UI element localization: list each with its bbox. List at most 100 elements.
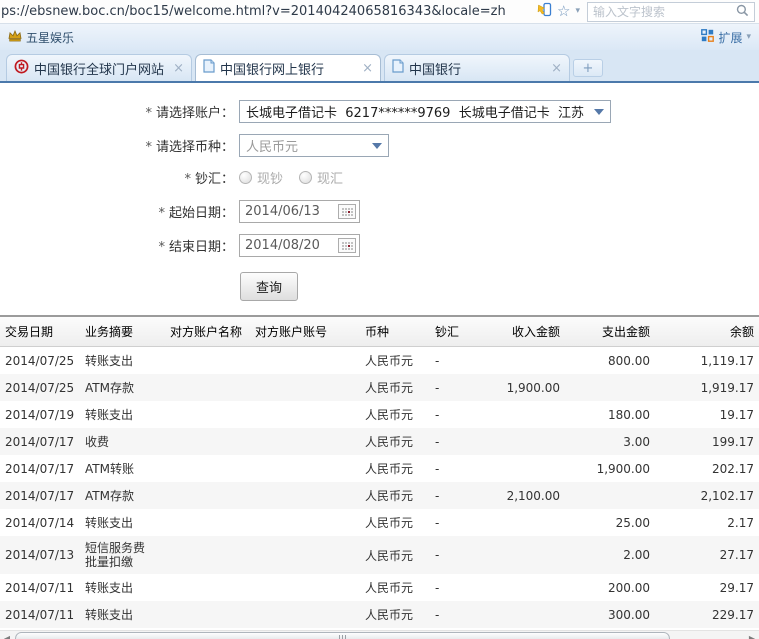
tab-boc[interactable]: 中国银行 × — [384, 54, 570, 81]
scroll-left-icon[interactable]: ◀ — [0, 631, 14, 639]
address-url[interactable]: ps://ebsnew.boc.cn/boc15/welcome.html?v=… — [0, 4, 530, 19]
transaction-cell: 1,119.17 — [655, 347, 759, 375]
remit-option-label: 现汇 — [317, 168, 343, 187]
bookmark-item[interactable]: 五星娱乐 — [8, 29, 74, 46]
bookmarks-bar: 五星娱乐 扩展 ▾ — [0, 24, 759, 50]
transaction-cell: - — [430, 601, 490, 628]
transaction-cell: - — [430, 482, 490, 509]
tab-close-icon[interactable]: × — [551, 62, 562, 75]
required-mark: * — [158, 206, 165, 221]
horizontal-scrollbar[interactable]: ◀ ▶ — [0, 630, 759, 639]
transaction-row: 2014/07/17收费人民币元-3.00199.17 — [0, 428, 759, 455]
transaction-cell: - — [430, 509, 490, 536]
end-date-input[interactable] — [245, 238, 325, 253]
transaction-row: 2014/07/17ATM转账人民币元-1,900.00202.17 — [0, 455, 759, 482]
transaction-cell — [165, 374, 250, 401]
transaction-cell: 2014/07/11 — [0, 601, 80, 628]
scrollbar-grip — [342, 635, 343, 639]
extensions-caret-icon: ▾ — [746, 33, 751, 42]
transaction-cell — [490, 347, 565, 375]
scroll-right-icon[interactable]: ▶ — [745, 631, 759, 639]
transaction-cell: 人民币元 — [360, 601, 430, 628]
query-button[interactable]: 查询 — [240, 272, 298, 301]
transaction-cell: 19.17 — [655, 401, 759, 428]
col-header-counterparty-name: 对方账户名称 — [165, 316, 250, 347]
calendar-icon[interactable] — [338, 204, 356, 219]
calendar-icon[interactable] — [338, 238, 356, 253]
tab-close-icon[interactable]: × — [362, 62, 373, 75]
transaction-cell — [165, 601, 250, 628]
chevron-down-icon — [372, 143, 382, 149]
remit-option[interactable]: 现汇 — [299, 168, 343, 187]
transaction-cell — [250, 401, 360, 428]
transaction-cell: 转账支出 — [80, 509, 165, 536]
transaction-cell: 27.17 — [655, 536, 759, 574]
radio-cash[interactable] — [239, 171, 252, 184]
transaction-cell — [490, 536, 565, 574]
tab-boc-portal[interactable]: 中国银行全球门户网站 × — [6, 54, 192, 81]
transaction-cell: 3.00 — [565, 428, 655, 455]
transaction-cell: 人民币元 — [360, 482, 430, 509]
col-header-summary: 业务摘要 — [80, 316, 165, 347]
col-header-income: 收入金额 — [490, 316, 565, 347]
radio-remit[interactable] — [299, 171, 312, 184]
transactions-header: 交易日期 业务摘要 对方账户名称 对方账户账号 币种 钞汇 收入金额 支出金额 … — [0, 316, 759, 347]
transaction-cell — [250, 536, 360, 574]
extensions-button[interactable]: 扩展 ▾ — [701, 29, 751, 46]
extensions-label: 扩展 — [718, 29, 742, 46]
currency-select[interactable]: 人民币元 — [239, 134, 389, 157]
scrollbar-grip — [339, 635, 340, 639]
tab-label: 中国银行 — [409, 59, 546, 78]
tab-boc-online-banking[interactable]: 中国银行网上银行 × — [195, 54, 381, 81]
required-mark: * — [158, 240, 165, 255]
transaction-cell — [250, 574, 360, 601]
search-icon[interactable] — [736, 2, 749, 21]
cash-remit-label: *钞汇： — [0, 168, 239, 187]
transaction-cell — [250, 509, 360, 536]
account-select-value: 长城电子借记卡 6217******9769 长城电子借记卡 江苏 — [246, 102, 588, 121]
transaction-cell: 2.17 — [655, 509, 759, 536]
transaction-cell — [490, 428, 565, 455]
transaction-row: 2014/07/25转账支出人民币元-800.001,119.17 — [0, 347, 759, 375]
transaction-cell — [165, 428, 250, 455]
cash-option[interactable]: 现钞 — [239, 168, 283, 187]
transaction-cell — [165, 482, 250, 509]
page-icon — [392, 59, 404, 77]
star-dropdown-icon[interactable]: ▾ — [575, 7, 580, 16]
transaction-cell: - — [430, 574, 490, 601]
send-to-phone-icon[interactable] — [537, 2, 552, 21]
currency-label: *请选择币种： — [0, 136, 239, 155]
bookmark-star-icon[interactable]: ☆ — [557, 4, 570, 19]
boc-logo-icon — [14, 59, 29, 78]
transaction-cell: 1,900.00 — [490, 374, 565, 401]
account-select[interactable]: 长城电子借记卡 6217******9769 长城电子借记卡 江苏 — [239, 100, 611, 123]
crown-icon — [8, 30, 22, 45]
tab-close-icon[interactable]: × — [173, 62, 184, 75]
transaction-row: 2014/07/25ATM存款人民币元-1,900.001,919.17 — [0, 374, 759, 401]
start-date-input[interactable] — [245, 204, 325, 219]
transaction-cell: 人民币元 — [360, 401, 430, 428]
transaction-cell — [490, 401, 565, 428]
transaction-cell: 人民币元 — [360, 509, 430, 536]
transaction-cell: 转账支出 — [80, 574, 165, 601]
transaction-cell: 2014/07/25 — [0, 374, 80, 401]
scrollbar-thumb[interactable] — [15, 632, 670, 639]
transaction-cell — [250, 428, 360, 455]
cash-remit-row: *钞汇： 现钞 现汇 — [0, 168, 759, 187]
transaction-cell: - — [430, 401, 490, 428]
transaction-cell: 202.17 — [655, 455, 759, 482]
browser-window: ps://ebsnew.boc.cn/boc15/welcome.html?v=… — [0, 0, 759, 639]
required-mark: * — [184, 172, 191, 187]
transaction-cell — [250, 374, 360, 401]
transaction-cell: 25.00 — [565, 509, 655, 536]
transaction-cell: 2,102.17 — [655, 482, 759, 509]
transaction-cell: 2,100.00 — [490, 482, 565, 509]
query-form: *请选择账户： 长城电子借记卡 6217******9769 长城电子借记卡 江… — [0, 83, 759, 301]
transaction-row: 2014/07/11转账支出人民币元-200.0029.17 — [0, 574, 759, 601]
transaction-cell — [565, 374, 655, 401]
tab-bar: 中国银行全球门户网站 × 中国银行网上银行 × 中国银行 × + — [0, 50, 759, 81]
address-bar-icons: ☆ ▾ — [530, 2, 587, 21]
search-input[interactable] — [593, 5, 736, 19]
currency-row: *请选择币种： 人民币元 — [0, 134, 759, 157]
new-tab-button[interactable]: + — [573, 59, 603, 77]
